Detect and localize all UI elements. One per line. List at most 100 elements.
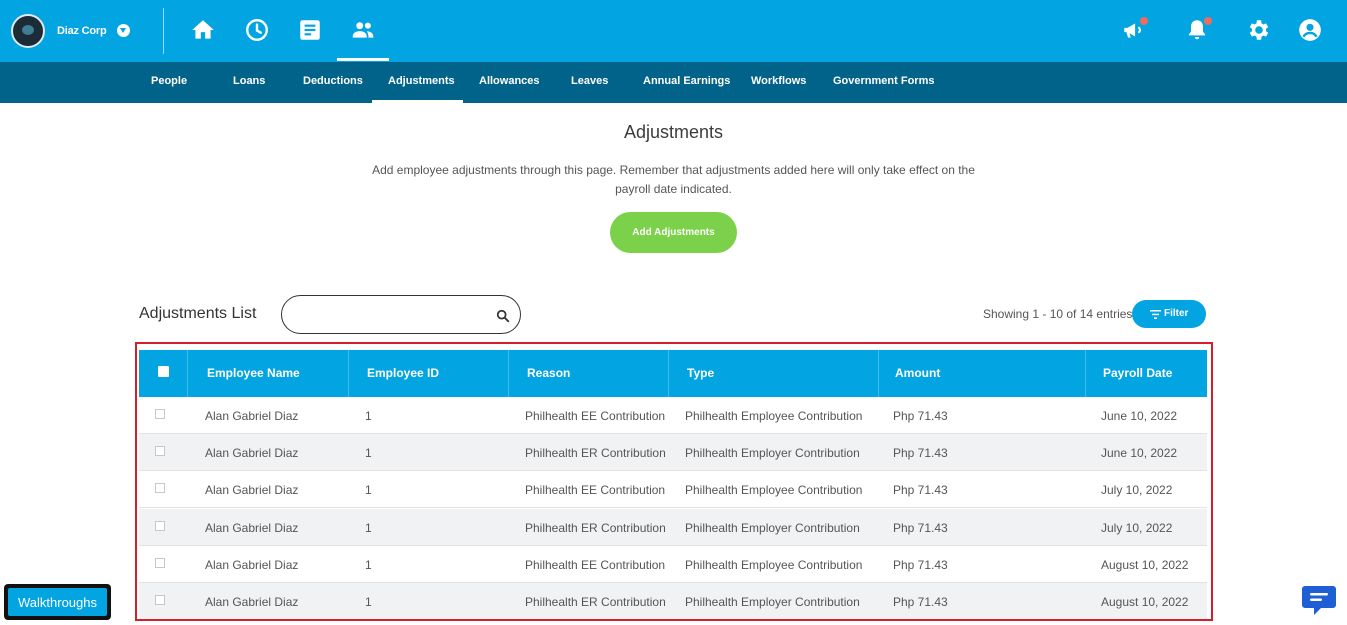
- column-divider: [878, 350, 879, 397]
- entries-count: Showing 1 - 10 of 14 entries: [983, 307, 1133, 321]
- subnav-workflows[interactable]: Workflows: [751, 75, 806, 87]
- subnav-people[interactable]: People: [151, 75, 187, 87]
- cell-type: Philhealth Employee Contribution: [685, 409, 863, 423]
- cell-reason: Philhealth ER Contribution: [525, 521, 666, 535]
- cell-type: Philhealth Employer Contribution: [685, 446, 860, 460]
- subnav-government-forms[interactable]: Government Forms: [833, 75, 934, 87]
- cell-payroll-date: June 10, 2022: [1101, 446, 1178, 460]
- cell-reason: Philhealth EE Contribution: [525, 409, 666, 423]
- clock-icon[interactable]: [244, 17, 270, 43]
- cell-employee-name: Alan Gabriel Diaz: [205, 409, 299, 423]
- cell-amount: Php 71.43: [893, 521, 948, 535]
- document-icon[interactable]: [297, 17, 323, 43]
- table-row[interactable]: Alan Gabriel Diaz 1 Philhealth ER Contri…: [139, 583, 1207, 619]
- gear-icon[interactable]: [1246, 17, 1272, 43]
- people-icon[interactable]: [350, 17, 376, 43]
- cell-payroll-date: July 10, 2022: [1101, 521, 1173, 535]
- cell-employee-name: Alan Gabriel Diaz: [205, 483, 299, 497]
- filter-label: Filter: [1164, 308, 1189, 319]
- column-divider: [668, 350, 669, 397]
- cell-type: Philhealth Employee Contribution: [685, 558, 863, 572]
- table-row[interactable]: Alan Gabriel Diaz 1 Philhealth EE Contri…: [139, 397, 1207, 434]
- column-divider: [187, 350, 188, 397]
- cell-amount: Php 71.43: [893, 483, 948, 497]
- row-checkbox[interactable]: [155, 558, 165, 568]
- home-icon[interactable]: [190, 17, 216, 43]
- subnav-adjustments[interactable]: Adjustments: [388, 75, 455, 87]
- row-checkbox[interactable]: [155, 446, 165, 456]
- cell-amount: Php 71.43: [893, 595, 948, 609]
- page-description: Add employee adjustments through this pa…: [372, 163, 975, 196]
- company-name[interactable]: Diaz Corp: [57, 25, 107, 37]
- subnav-loans[interactable]: Loans: [233, 75, 265, 87]
- cell-employee-name: Alan Gabriel Diaz: [205, 595, 299, 609]
- column-divider: [348, 350, 349, 397]
- cell-reason: Philhealth ER Contribution: [525, 595, 666, 609]
- company-dropdown-icon[interactable]: [117, 24, 130, 37]
- cell-type: Philhealth Employer Contribution: [685, 521, 860, 535]
- add-adjustments-button[interactable]: Add Adjustments: [610, 212, 737, 253]
- active-nav-indicator: [337, 58, 389, 61]
- cell-employee-id: 1: [365, 595, 372, 609]
- header-employee-id[interactable]: Employee ID: [367, 366, 439, 380]
- header-payroll-date[interactable]: Payroll Date: [1103, 366, 1172, 380]
- top-bar: Diaz Corp: [0, 0, 1347, 62]
- row-checkbox[interactable]: [155, 595, 165, 605]
- table-row[interactable]: Alan Gabriel Diaz 1 Philhealth EE Contri…: [139, 546, 1207, 583]
- table-row[interactable]: Alan Gabriel Diaz 1 Philhealth EE Contri…: [139, 471, 1207, 508]
- chat-icon[interactable]: [1301, 583, 1337, 617]
- header-amount[interactable]: Amount: [895, 366, 940, 380]
- cell-payroll-date: August 10, 2022: [1101, 558, 1189, 572]
- subnav-deductions[interactable]: Deductions: [303, 75, 363, 87]
- cell-payroll-date: July 10, 2022: [1101, 483, 1173, 497]
- cell-reason: Philhealth ER Contribution: [525, 446, 666, 460]
- cell-employee-id: 1: [365, 558, 372, 572]
- cell-payroll-date: June 10, 2022: [1101, 409, 1178, 423]
- row-checkbox[interactable]: [155, 521, 165, 531]
- subnav-allowances[interactable]: Allowances: [479, 75, 540, 87]
- active-tab-indicator: [372, 100, 463, 103]
- filter-button[interactable]: Filter: [1132, 300, 1206, 328]
- user-circle-icon[interactable]: [1297, 17, 1323, 43]
- table-row[interactable]: Alan Gabriel Diaz 1 Philhealth ER Contri…: [139, 509, 1207, 546]
- cell-employee-name: Alan Gabriel Diaz: [205, 446, 299, 460]
- column-divider: [1085, 350, 1086, 397]
- cell-employee-id: 1: [365, 521, 372, 535]
- column-divider: [508, 350, 509, 397]
- cell-type: Philhealth Employee Contribution: [685, 483, 863, 497]
- search-input[interactable]: [296, 305, 496, 325]
- cell-payroll-date: August 10, 2022: [1101, 595, 1189, 609]
- list-title: Adjustments List: [139, 305, 257, 322]
- cell-amount: Php 71.43: [893, 446, 948, 460]
- cell-employee-id: 1: [365, 409, 372, 423]
- select-all-checkbox[interactable]: [158, 366, 169, 377]
- subnav-leaves[interactable]: Leaves: [571, 75, 608, 87]
- row-checkbox[interactable]: [155, 409, 165, 419]
- cell-employee-name: Alan Gabriel Diaz: [205, 558, 299, 572]
- header-employee-name[interactable]: Employee Name: [207, 366, 300, 380]
- cell-amount: Php 71.43: [893, 409, 948, 423]
- cell-employee-name: Alan Gabriel Diaz: [205, 521, 299, 535]
- cell-employee-id: 1: [365, 446, 372, 460]
- header-reason[interactable]: Reason: [527, 366, 570, 380]
- cell-employee-id: 1: [365, 483, 372, 497]
- cell-amount: Php 71.43: [893, 558, 948, 572]
- divider: [163, 8, 164, 54]
- row-checkbox[interactable]: [155, 483, 165, 493]
- cell-type: Philhealth Employer Contribution: [685, 595, 860, 609]
- subnav-annual-earnings[interactable]: Annual Earnings: [643, 75, 730, 87]
- table-row[interactable]: Alan Gabriel Diaz 1 Philhealth ER Contri…: [139, 434, 1207, 471]
- sub-navigation: People Loans Deductions Adjustments Allo…: [0, 62, 1347, 103]
- company-logo[interactable]: [11, 14, 45, 48]
- filter-icon: [1150, 310, 1161, 319]
- header-type[interactable]: Type: [687, 366, 714, 380]
- walkthroughs-button[interactable]: Walkthroughs: [8, 588, 107, 616]
- search-icon[interactable]: [496, 309, 510, 323]
- cell-reason: Philhealth EE Contribution: [525, 483, 666, 497]
- page-title: Adjustments: [623, 122, 724, 142]
- table-header: Employee Name Employee ID Reason Type Am…: [139, 350, 1207, 397]
- announcement-badge: [1140, 17, 1148, 25]
- search-box[interactable]: [281, 295, 521, 334]
- cell-reason: Philhealth EE Contribution: [525, 558, 666, 572]
- notification-badge: [1204, 17, 1212, 25]
